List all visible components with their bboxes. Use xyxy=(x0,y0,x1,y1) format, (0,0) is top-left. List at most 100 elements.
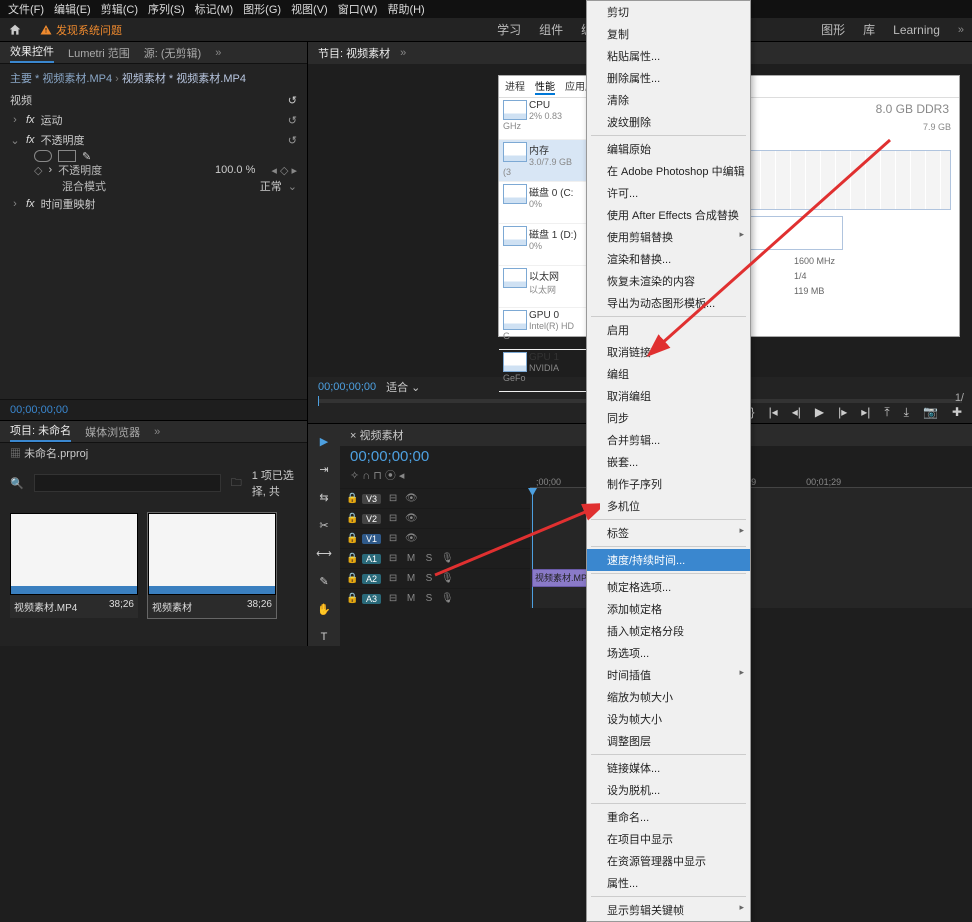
timeline-timecode[interactable]: 00;00;00;00 xyxy=(350,448,520,465)
context-menu-item[interactable]: 编组 xyxy=(587,363,750,385)
prev-icon[interactable]: |◂ xyxy=(769,405,778,420)
context-menu-item[interactable]: 导出为动态图形模板... xyxy=(587,292,750,314)
tab-effect-controls[interactable]: 效果控件 xyxy=(10,43,54,63)
context-menu-item[interactable]: 粘贴属性... xyxy=(587,45,750,67)
zoom-fit[interactable]: 适合 ⌄ xyxy=(386,379,420,395)
menu-item[interactable]: 编辑(E) xyxy=(54,1,91,17)
menu-item[interactable]: 图形(G) xyxy=(243,1,281,17)
context-menu-item[interactable]: 多机位 xyxy=(587,495,750,517)
program-timecode[interactable]: 00;00;00;00 xyxy=(318,381,376,393)
context-menu-item[interactable]: 显示剪辑关键帧 xyxy=(587,899,750,921)
context-menu-item[interactable]: 复制 xyxy=(587,23,750,45)
tm-sidebar-item[interactable]: CPU2% 0.83 GHz xyxy=(499,98,586,140)
context-menu-item[interactable]: 取消编组 xyxy=(587,385,750,407)
context-menu-item[interactable]: 重命名... xyxy=(587,806,750,828)
context-menu-item[interactable]: 渲染和替换... xyxy=(587,248,750,270)
tab-lumetri[interactable]: Lumetri 范围 xyxy=(68,45,130,61)
context-menu-item[interactable]: 制作子序列 xyxy=(587,473,750,495)
menu-item[interactable]: 标记(M) xyxy=(195,1,234,17)
context-menu-item[interactable]: 启用 xyxy=(587,319,750,341)
tab-source[interactable]: 源: (无剪辑) xyxy=(144,45,201,61)
top-tab-learning[interactable]: Learning xyxy=(893,23,940,37)
tab-program[interactable]: 节目: 视频素材 xyxy=(318,45,390,61)
menu-item[interactable]: 剪辑(C) xyxy=(101,1,138,17)
top-tab-learn[interactable]: 学习 xyxy=(497,21,521,38)
context-menu-item[interactable]: 标签 xyxy=(587,522,750,544)
top-tab-graphics[interactable]: 图形 xyxy=(821,21,845,38)
hand-tool-icon[interactable]: ✋ xyxy=(315,600,333,618)
project-search-input[interactable] xyxy=(34,474,221,492)
track-header[interactable]: 🔒V3⊟👁 xyxy=(340,488,530,508)
timeline-options[interactable]: ✧ ∩ ⊓ ⦿ ◂ xyxy=(350,467,520,483)
track-select-tool-icon[interactable]: ⇥ xyxy=(315,460,333,478)
razor-tool-icon[interactable]: ✂ xyxy=(315,516,333,534)
context-menu-item[interactable]: 在资源管理器中显示 xyxy=(587,850,750,872)
tm-sidebar-item[interactable]: 磁盘 0 (C:0% xyxy=(499,182,586,224)
mask-shapes[interactable]: ✎ xyxy=(10,150,297,162)
blend-mode-row[interactable]: 混合模式正常 ⌄ xyxy=(10,178,297,194)
track-header[interactable]: 🔒V2⊟👁 xyxy=(340,508,530,528)
context-menu-item[interactable]: 嵌套... xyxy=(587,451,750,473)
extract-icon[interactable]: ⤓ xyxy=(904,405,909,420)
context-menu-item[interactable]: 使用剪辑替换 xyxy=(587,226,750,248)
context-menu-item[interactable]: 属性... xyxy=(587,872,750,894)
ripple-tool-icon[interactable]: ⇆ xyxy=(315,488,333,506)
menu-item[interactable]: 序列(S) xyxy=(148,1,185,17)
effect-time-remap[interactable]: ›fx时间重映射 xyxy=(10,194,297,214)
context-menu-item[interactable]: 合并剪辑... xyxy=(587,429,750,451)
tm-sidebar-item[interactable]: GPU 1NVIDIA GeFo xyxy=(499,350,586,392)
next-icon[interactable]: ▸| xyxy=(861,405,870,420)
track-header[interactable]: 🔒A1⊟MS🎙 xyxy=(340,548,530,568)
context-menu-item[interactable]: 调整图层 xyxy=(587,730,750,752)
top-tab-library[interactable]: 库 xyxy=(863,21,875,38)
tm-tab-processes[interactable]: 进程 xyxy=(505,78,525,95)
effect-motion[interactable]: ›fx运动↺ xyxy=(10,110,297,130)
track-header[interactable]: 🔒V1⊟👁 xyxy=(340,528,530,548)
context-menu-item[interactable]: 清除 xyxy=(587,89,750,111)
opacity-value-row[interactable]: ◇›不透明度100.0 %◂ ◇ ▸ xyxy=(10,162,297,178)
context-menu-item[interactable]: 设为帧大小 xyxy=(587,708,750,730)
step-fwd-icon[interactable]: |▸ xyxy=(838,405,847,420)
menu-item[interactable]: 窗口(W) xyxy=(338,1,378,17)
step-back-icon[interactable]: ◂| xyxy=(792,405,801,420)
effect-opacity[interactable]: ⌄fx不透明度↺ xyxy=(10,130,297,150)
mark-out-icon[interactable]: } xyxy=(751,405,755,420)
context-menu-item[interactable]: 速度/持续时间... xyxy=(587,549,750,571)
type-tool-icon[interactable]: T xyxy=(315,628,333,646)
track-header[interactable]: 🔒A2⊟MS🎙 xyxy=(340,568,530,588)
top-tab-assembly[interactable]: 组件 xyxy=(539,21,563,38)
playhead[interactable] xyxy=(532,488,533,608)
context-menu-item[interactable]: 波纹删除 xyxy=(587,111,750,133)
context-menu-item[interactable]: 取消链接 xyxy=(587,341,750,363)
menu-item[interactable]: 文件(F) xyxy=(8,1,44,17)
project-item[interactable]: 视频素材.MP438;26 xyxy=(10,513,138,618)
reset-icon[interactable]: ↺ xyxy=(288,94,297,107)
context-menu-item[interactable]: 剪切 xyxy=(587,1,750,23)
export-frame-icon[interactable]: 📷 xyxy=(923,405,938,420)
play-icon[interactable]: ▶ xyxy=(815,405,824,420)
context-menu-item[interactable]: 设为脱机... xyxy=(587,779,750,801)
menu-item[interactable]: 视图(V) xyxy=(291,1,328,17)
context-menu-item[interactable]: 许可... xyxy=(587,182,750,204)
pen-tool-icon[interactable]: ✎ xyxy=(315,572,333,590)
context-menu-item[interactable]: 编辑原始 xyxy=(587,138,750,160)
selection-tool-icon[interactable]: ▶ xyxy=(315,432,333,450)
home-icon[interactable] xyxy=(8,23,22,37)
overflow-icon[interactable]: » xyxy=(958,24,964,36)
settings-icon[interactable]: ✚ xyxy=(952,405,962,420)
tm-sidebar-item[interactable]: 以太网以太网 xyxy=(499,266,586,308)
tm-sidebar-item[interactable]: 内存3.0/7.9 GB (3 xyxy=(499,140,586,182)
bin-icon[interactable]: 🗀 xyxy=(231,474,242,493)
context-menu-item[interactable]: 使用 After Effects 合成替换 xyxy=(587,204,750,226)
lift-icon[interactable]: ⤒ xyxy=(884,405,889,420)
system-warning[interactable]: 发现系统问题 xyxy=(40,22,122,38)
effect-timecode[interactable]: 00;00;00;00 xyxy=(0,399,307,420)
context-menu-item[interactable]: 链接媒体... xyxy=(587,757,750,779)
context-menu-item[interactable]: 删除属性... xyxy=(587,67,750,89)
context-menu-item[interactable]: 场选项... xyxy=(587,642,750,664)
context-menu[interactable]: 剪切复制粘贴属性...删除属性...清除波纹删除编辑原始在 Adobe Phot… xyxy=(586,0,751,922)
menubar[interactable]: 文件(F) 编辑(E) 剪辑(C) 序列(S) 标记(M) 图形(G) 视图(V) 窗口(W)… xyxy=(0,0,972,18)
project-item[interactable]: 视频素材38;26 xyxy=(148,513,276,618)
tm-tab-performance[interactable]: 性能 xyxy=(535,78,555,95)
tm-sidebar-item[interactable]: 磁盘 1 (D:)0% xyxy=(499,224,586,266)
